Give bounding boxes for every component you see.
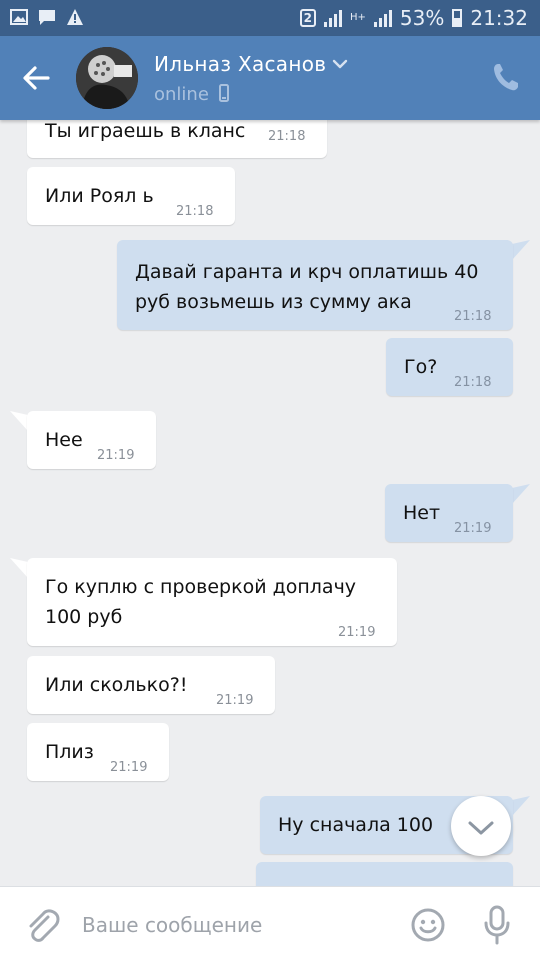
microphone-icon[interactable] [484, 905, 510, 945]
message-outgoing[interactable] [256, 862, 513, 886]
message-incoming[interactable]: Го куплю с проверкой доплачу 100 руб 21:… [27, 558, 397, 646]
bubble-tail [10, 558, 28, 578]
back-arrow-icon[interactable] [20, 62, 52, 94]
message-text: Или сколько?! [45, 674, 188, 696]
bubble-tail [10, 411, 28, 431]
message-incoming[interactable]: Или Роял ь 21:18 [27, 167, 235, 225]
message-incoming[interactable]: Плиз 21:19 [27, 723, 169, 781]
message-time: 21:19 [110, 760, 148, 775]
message-incoming[interactable]: Ты играешь в кланс 21:18 [27, 120, 327, 158]
message-time: 21:18 [454, 309, 492, 324]
message-text: Го? [404, 356, 438, 378]
message-time: 21:19 [216, 693, 254, 708]
phone-icon [494, 64, 518, 91]
mobile-icon [218, 84, 229, 102]
sim-indicator: 2 [299, 9, 316, 27]
message-text: Или Роял ь [45, 185, 154, 207]
message-text: Го куплю с проверкой доплачу [45, 576, 357, 598]
battery-percent: 53% [399, 6, 445, 30]
chat-header: Ильназ Хасанов online [0, 36, 540, 120]
message-outgoing[interactable]: Давай гаранта и крч оплатишь 40 руб возь… [117, 240, 513, 330]
battery-icon [452, 9, 463, 27]
contact-name[interactable]: Ильназ Хасанов [154, 52, 326, 76]
message-time: 21:19 [97, 448, 135, 463]
network-type: H+ [350, 12, 366, 23]
message-text: Ну сначала 100 [278, 814, 434, 836]
message-text: Нет [403, 502, 441, 524]
clock: 21:32 [470, 6, 528, 30]
message-incoming[interactable]: Или сколько?! 21:19 [27, 656, 275, 714]
warning-notification-icon [67, 9, 83, 25]
message-time: 21:19 [454, 521, 492, 536]
chevron-down-icon [468, 821, 494, 835]
signal-icon [324, 9, 342, 27]
signal-icon-2 [373, 9, 392, 27]
message-time: 21:19 [338, 625, 376, 640]
message-text: Нее [45, 429, 83, 451]
message-text: Плиз [45, 741, 94, 763]
status-bar: 2 H+ 53% 21:32 [0, 0, 540, 36]
gallery-notification-icon [10, 9, 28, 25]
call-button[interactable] [486, 54, 526, 98]
message-notification-icon [39, 10, 55, 25]
message-text: 100 руб [45, 606, 123, 628]
bubble-tail [512, 240, 530, 260]
message-text: Ты играешь в кланс [45, 120, 246, 142]
message-text: Давай гаранта и крч оплатишь 40 [135, 261, 479, 283]
smiley-icon[interactable] [410, 907, 446, 943]
scroll-down-button[interactable] [451, 796, 511, 856]
avatar-image [76, 47, 138, 109]
chevron-down-icon[interactable] [332, 58, 348, 70]
message-input[interactable] [82, 905, 382, 945]
message-time: 21:18 [268, 129, 306, 144]
bubble-tail [512, 796, 530, 816]
message-time: 21:18 [454, 375, 492, 390]
message-text: руб возьмешь из сумму ака [135, 291, 412, 313]
message-list[interactable]: Ты играешь в кланс 21:18 Или Роял ь 21:1… [0, 120, 540, 886]
online-status: online [154, 84, 229, 105]
message-outgoing[interactable]: Го? 21:18 [386, 338, 513, 396]
avatar[interactable] [76, 47, 138, 109]
bubble-tail [512, 484, 530, 504]
message-time: 21:18 [176, 204, 214, 219]
message-composer [0, 886, 540, 960]
message-outgoing[interactable]: Нет 21:19 [385, 484, 513, 542]
message-incoming[interactable]: Нее 21:19 [27, 411, 156, 469]
paperclip-icon[interactable] [24, 907, 60, 945]
